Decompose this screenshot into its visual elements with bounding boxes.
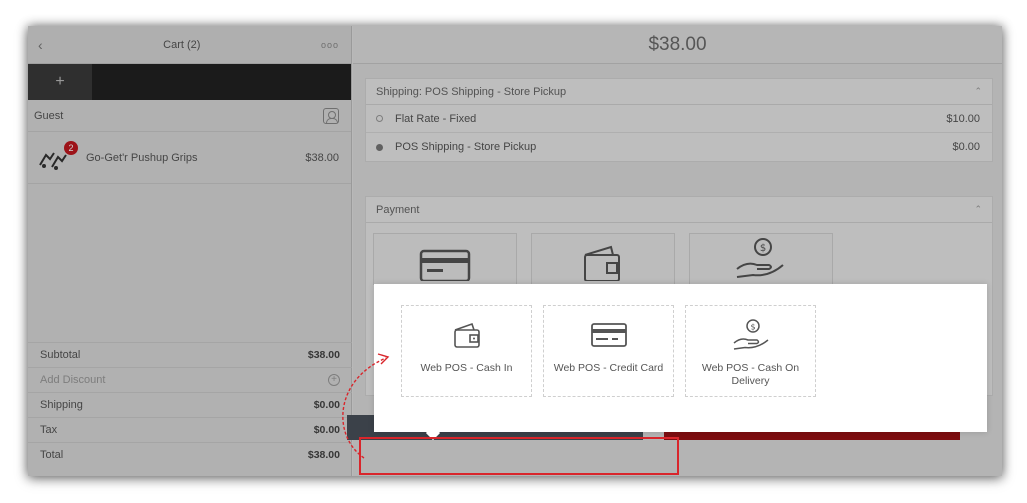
radio-button-selected[interactable] [376, 143, 383, 151]
payment-option-label: Web POS - Credit Card [553, 362, 664, 374]
shipping-label: Shipping [40, 399, 83, 411]
cart-header: ‹ Cart (2) ooo [28, 26, 351, 64]
cart-tab-strip: + [28, 64, 351, 100]
shipping-option-store-pickup[interactable]: POS Shipping - Store Pickup $0.00 [366, 133, 992, 161]
shipping-card: Shipping: POS Shipping - Store Pickup ⌃ … [365, 78, 993, 162]
shipping-card-header[interactable]: Shipping: POS Shipping - Store Pickup ⌃ [366, 79, 992, 105]
chevron-up-icon[interactable]: ⌃ [974, 86, 982, 97]
quantity-badge: 2 [64, 140, 78, 155]
cart-title: Cart (2) [163, 38, 201, 51]
payment-option-cash-in[interactable]: Web POS - Cash In [401, 305, 532, 397]
highlight-box [359, 437, 679, 475]
subtotal-label: Subtotal [40, 349, 81, 361]
cash-on-delivery-icon: $ [733, 235, 789, 284]
add-discount-label[interactable]: Add Discount [40, 374, 105, 386]
shipping-option-price: $10.00 [946, 112, 980, 125]
total-label: Total [40, 449, 64, 461]
wallet-icon [581, 241, 625, 284]
chevron-left-icon[interactable]: ‹ [38, 37, 43, 53]
wallet-icon [452, 318, 482, 352]
cart-item[interactable]: 2 Go-Get'r Pushup Grips $38.00 [28, 132, 351, 184]
product-thumbnail: 2 [38, 140, 78, 173]
cart-totals: Subtotal $38.00 Add Discount + Shipping … [28, 342, 352, 467]
chevron-up-icon[interactable]: ⌃ [974, 204, 982, 215]
cash-on-delivery-icon: $ [731, 318, 771, 352]
svg-text:$: $ [760, 243, 766, 254]
payment-option-credit-card[interactable]: Web POS - Credit Card [543, 305, 674, 397]
payment-option-label: Web POS - Cash In [420, 362, 513, 374]
shipping-option-flat-rate[interactable]: Flat Rate - Fixed $10.00 [366, 105, 992, 133]
cart-panel: ‹ Cart (2) ooo + Guest 2 Go-Get'r Pushup… [28, 26, 352, 476]
svg-text:$: $ [750, 323, 755, 332]
payment-card-header[interactable]: Payment ⌃ [366, 197, 992, 223]
subtotal-row: Subtotal $38.00 [28, 342, 352, 367]
payment-card-title: Payment [376, 203, 420, 216]
more-dots-icon[interactable]: ooo [321, 40, 339, 50]
payment-method-popup: Web POS - Cash In Web POS - Credit Card … [374, 284, 987, 432]
payment-tile-wallet[interactable] [531, 233, 675, 285]
customer-row[interactable]: Guest [28, 100, 351, 132]
payment-option-label: Web POS - Cash On Delivery [701, 362, 800, 387]
shipping-option-name: Flat Rate - Fixed [395, 112, 477, 125]
item-price: $38.00 [305, 151, 339, 164]
payment-tile-cod[interactable]: $ [689, 233, 833, 285]
shipping-option-price: $0.00 [952, 141, 980, 153]
total-row: Total $38.00 [28, 442, 352, 467]
payment-option-cash-on-delivery[interactable]: $ Web POS - Cash On Delivery [685, 305, 816, 397]
shipping-card-title: Shipping: POS Shipping - Store Pickup [376, 85, 567, 98]
add-cart-button[interactable]: + [28, 64, 92, 100]
tax-label: Tax [40, 424, 58, 436]
credit-card-icon [419, 241, 471, 284]
payment-tile-card[interactable] [373, 233, 517, 285]
shipping-option-name: POS Shipping - Store Pickup [395, 141, 537, 153]
customer-name: Guest [34, 109, 64, 122]
radio-button[interactable] [376, 115, 383, 122]
shipping-row: Shipping $0.00 [28, 392, 352, 417]
add-discount-row[interactable]: Add Discount + [28, 367, 352, 392]
annotation-arrow-icon [342, 353, 390, 459]
customer-icon[interactable] [323, 107, 339, 124]
credit-card-icon [590, 318, 628, 352]
checkout-amount: $38.00 [353, 26, 1002, 64]
item-name: Go-Get'r Pushup Grips [86, 151, 198, 164]
tax-row: Tax $0.00 [28, 417, 352, 442]
